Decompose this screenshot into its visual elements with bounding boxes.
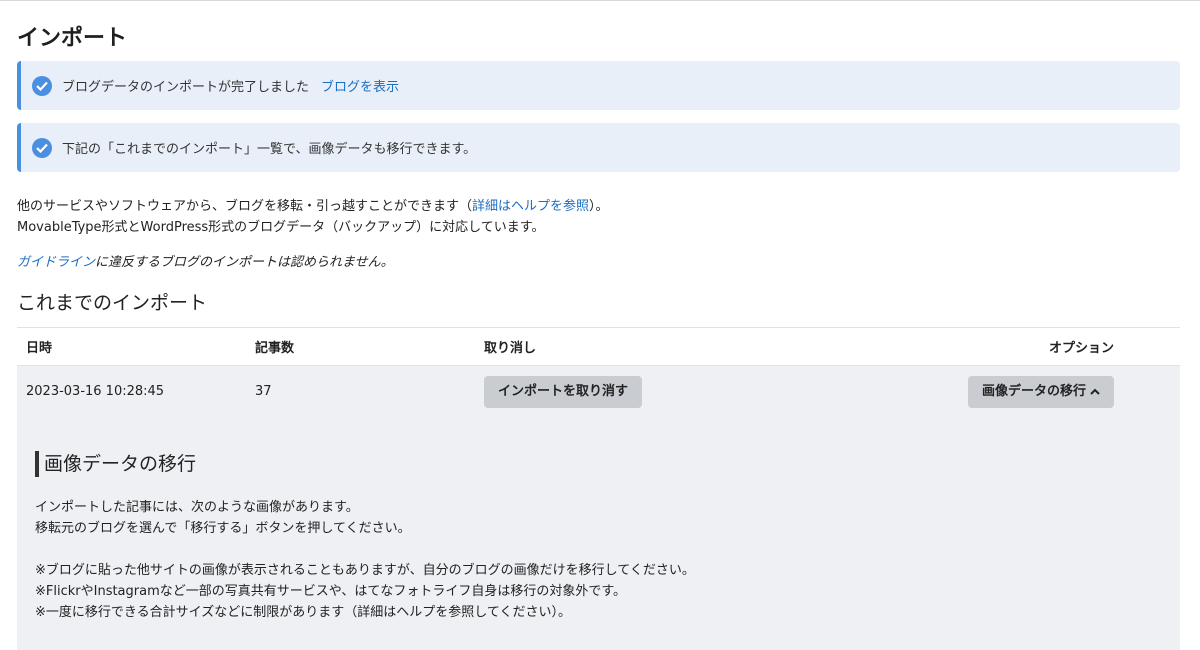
page-title: インポート xyxy=(17,26,128,51)
intro-text-post: ）。 xyxy=(589,199,609,214)
intro-text-pre: 他のサービスやソフトウェアから、ブログを移転・引っ越すことができます（ xyxy=(17,199,473,214)
col-datetime: 日時 xyxy=(17,327,246,366)
import-count: 37 xyxy=(246,365,475,418)
help-link[interactable]: 詳細はヘルプを参照 xyxy=(472,199,589,214)
table-header-row: 日時 記事数 取り消し オプション xyxy=(17,327,1180,366)
cancel-import-button[interactable]: インポートを取り消す xyxy=(484,375,643,408)
image-migration-button[interactable]: 画像データの移行 xyxy=(967,375,1114,408)
check-circle-icon xyxy=(32,137,52,158)
cancel-cell: インポートを取り消す xyxy=(475,365,775,418)
migration-note: ※FlickrやInstagramなど一部の写真共有サービスや、はてなフォトライ… xyxy=(35,584,627,599)
intro-text: 他のサービスやソフトウェアから、ブログを移転・引っ越すことができます（詳細はヘル… xyxy=(17,196,609,238)
top-border xyxy=(0,0,1200,1)
col-cancel: 取り消し xyxy=(475,327,775,366)
col-count: 記事数 xyxy=(246,327,475,366)
notice-image-migration: 下記の「これまでのインポート」一覧で、画像データも移行できます。 xyxy=(17,123,1180,172)
notice-text: ブログデータのインポートが完了しました xyxy=(62,80,310,95)
col-options: オプション xyxy=(775,327,1180,366)
guideline-note: に違反するブログのインポートは認められません。 xyxy=(95,255,394,270)
migration-note: ※ブログに貼った他サイトの画像が表示されることもありますが、自分のブログの画像だ… xyxy=(35,563,695,578)
imports-table: 日時 記事数 取り消し オプション 2023-03-16 10:28:45 37… xyxy=(17,327,1180,418)
image-migration-label: 画像データの移行 xyxy=(981,383,1086,399)
history-title: これまでのインポート xyxy=(17,292,208,314)
chevron-up-icon xyxy=(1090,376,1100,408)
notice-import-complete: ブログデータのインポートが完了しました ブログを表示 xyxy=(17,61,1180,110)
migration-note: ※一度に移行できる合計サイズなどに制限があります（詳細はヘルプを参照してください… xyxy=(35,605,571,620)
notice-text: 下記の「これまでのインポート」一覧で、画像データも移行できます。 xyxy=(62,142,477,157)
migration-line: インポートした記事には、次のような画像があります。 xyxy=(35,500,359,515)
check-circle-icon xyxy=(32,75,52,96)
image-migration-panel: 画像データの移行 インポートした記事には、次のような画像があります。 移転元のブ… xyxy=(17,417,1180,650)
view-blog-link[interactable]: ブログを表示 xyxy=(321,76,399,95)
import-datetime: 2023-03-16 10:28:45 xyxy=(17,365,246,418)
migration-line: 移転元のブログを選んで「移行する」ボタンを押してください。 xyxy=(35,521,411,536)
intro-line-2: MovableType形式とWordPress形式のブログデータ（バックアップ）… xyxy=(17,220,545,235)
guideline-text: ガイドラインに違反するブログのインポートは認められません。 xyxy=(17,251,394,270)
option-cell: 画像データの移行 xyxy=(775,365,1180,418)
table-row: 2023-03-16 10:28:45 37 インポートを取り消す 画像データの… xyxy=(17,365,1180,418)
migration-title: 画像データの移行 xyxy=(35,451,1180,477)
guideline-link[interactable]: ガイドライン xyxy=(17,255,95,270)
intro-line-1: 他のサービスやソフトウェアから、ブログを移転・引っ越すことができます（詳細はヘル… xyxy=(17,196,609,217)
